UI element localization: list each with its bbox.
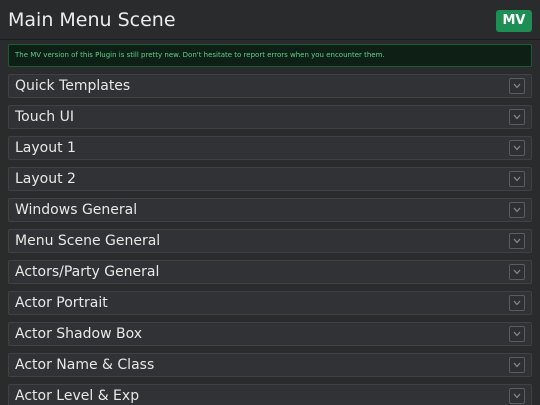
section-label: Actor Shadow Box xyxy=(15,326,143,342)
section-actor-shadow-box[interactable]: Actor Shadow Box xyxy=(8,322,532,346)
chevron-down-icon[interactable] xyxy=(509,140,525,156)
section-label: Menu Scene General xyxy=(15,233,161,249)
section-actor-name-class[interactable]: Actor Name & Class xyxy=(8,353,532,377)
section-label: Windows General xyxy=(15,202,138,218)
beta-notice: The MV version of this Plugin is still p… xyxy=(8,44,532,67)
section-label: Actor Level & Exp xyxy=(15,388,140,404)
section-list: Quick Templates Touch UI Layout 1 Layout… xyxy=(8,74,532,405)
chevron-down-icon[interactable] xyxy=(509,202,525,218)
chevron-down-icon[interactable] xyxy=(509,326,525,342)
version-badge: MV xyxy=(496,10,532,32)
section-touch-ui[interactable]: Touch UI xyxy=(8,105,532,129)
section-label: Touch UI xyxy=(15,109,75,125)
chevron-down-icon[interactable] xyxy=(509,78,525,94)
chevron-down-icon[interactable] xyxy=(509,388,525,404)
main-menu-scene-panel: Main Menu Scene MV The MV version of thi… xyxy=(0,0,540,405)
section-actor-portrait[interactable]: Actor Portrait xyxy=(8,291,532,315)
section-actors-party-general[interactable]: Actors/Party General xyxy=(8,260,532,284)
chevron-down-icon[interactable] xyxy=(509,233,525,249)
section-quick-templates[interactable]: Quick Templates xyxy=(8,74,532,98)
section-menu-scene-general[interactable]: Menu Scene General xyxy=(8,229,532,253)
panel-header: Main Menu Scene MV xyxy=(0,0,540,40)
section-layout-2[interactable]: Layout 2 xyxy=(8,167,532,191)
page-title: Main Menu Scene xyxy=(8,9,176,31)
section-label: Actor Portrait xyxy=(15,295,108,311)
chevron-down-icon[interactable] xyxy=(509,357,525,373)
section-layout-1[interactable]: Layout 1 xyxy=(8,136,532,160)
chevron-down-icon[interactable] xyxy=(509,171,525,187)
chevron-down-icon[interactable] xyxy=(509,109,525,125)
section-windows-general[interactable]: Windows General xyxy=(8,198,532,222)
section-label: Layout 1 xyxy=(15,140,76,156)
section-label: Actors/Party General xyxy=(15,264,160,280)
chevron-down-icon[interactable] xyxy=(509,295,525,311)
section-label: Layout 2 xyxy=(15,171,76,187)
section-label: Actor Name & Class xyxy=(15,357,155,373)
section-actor-level-exp[interactable]: Actor Level & Exp xyxy=(8,384,532,405)
section-label: Quick Templates xyxy=(15,78,131,94)
chevron-down-icon[interactable] xyxy=(509,264,525,280)
